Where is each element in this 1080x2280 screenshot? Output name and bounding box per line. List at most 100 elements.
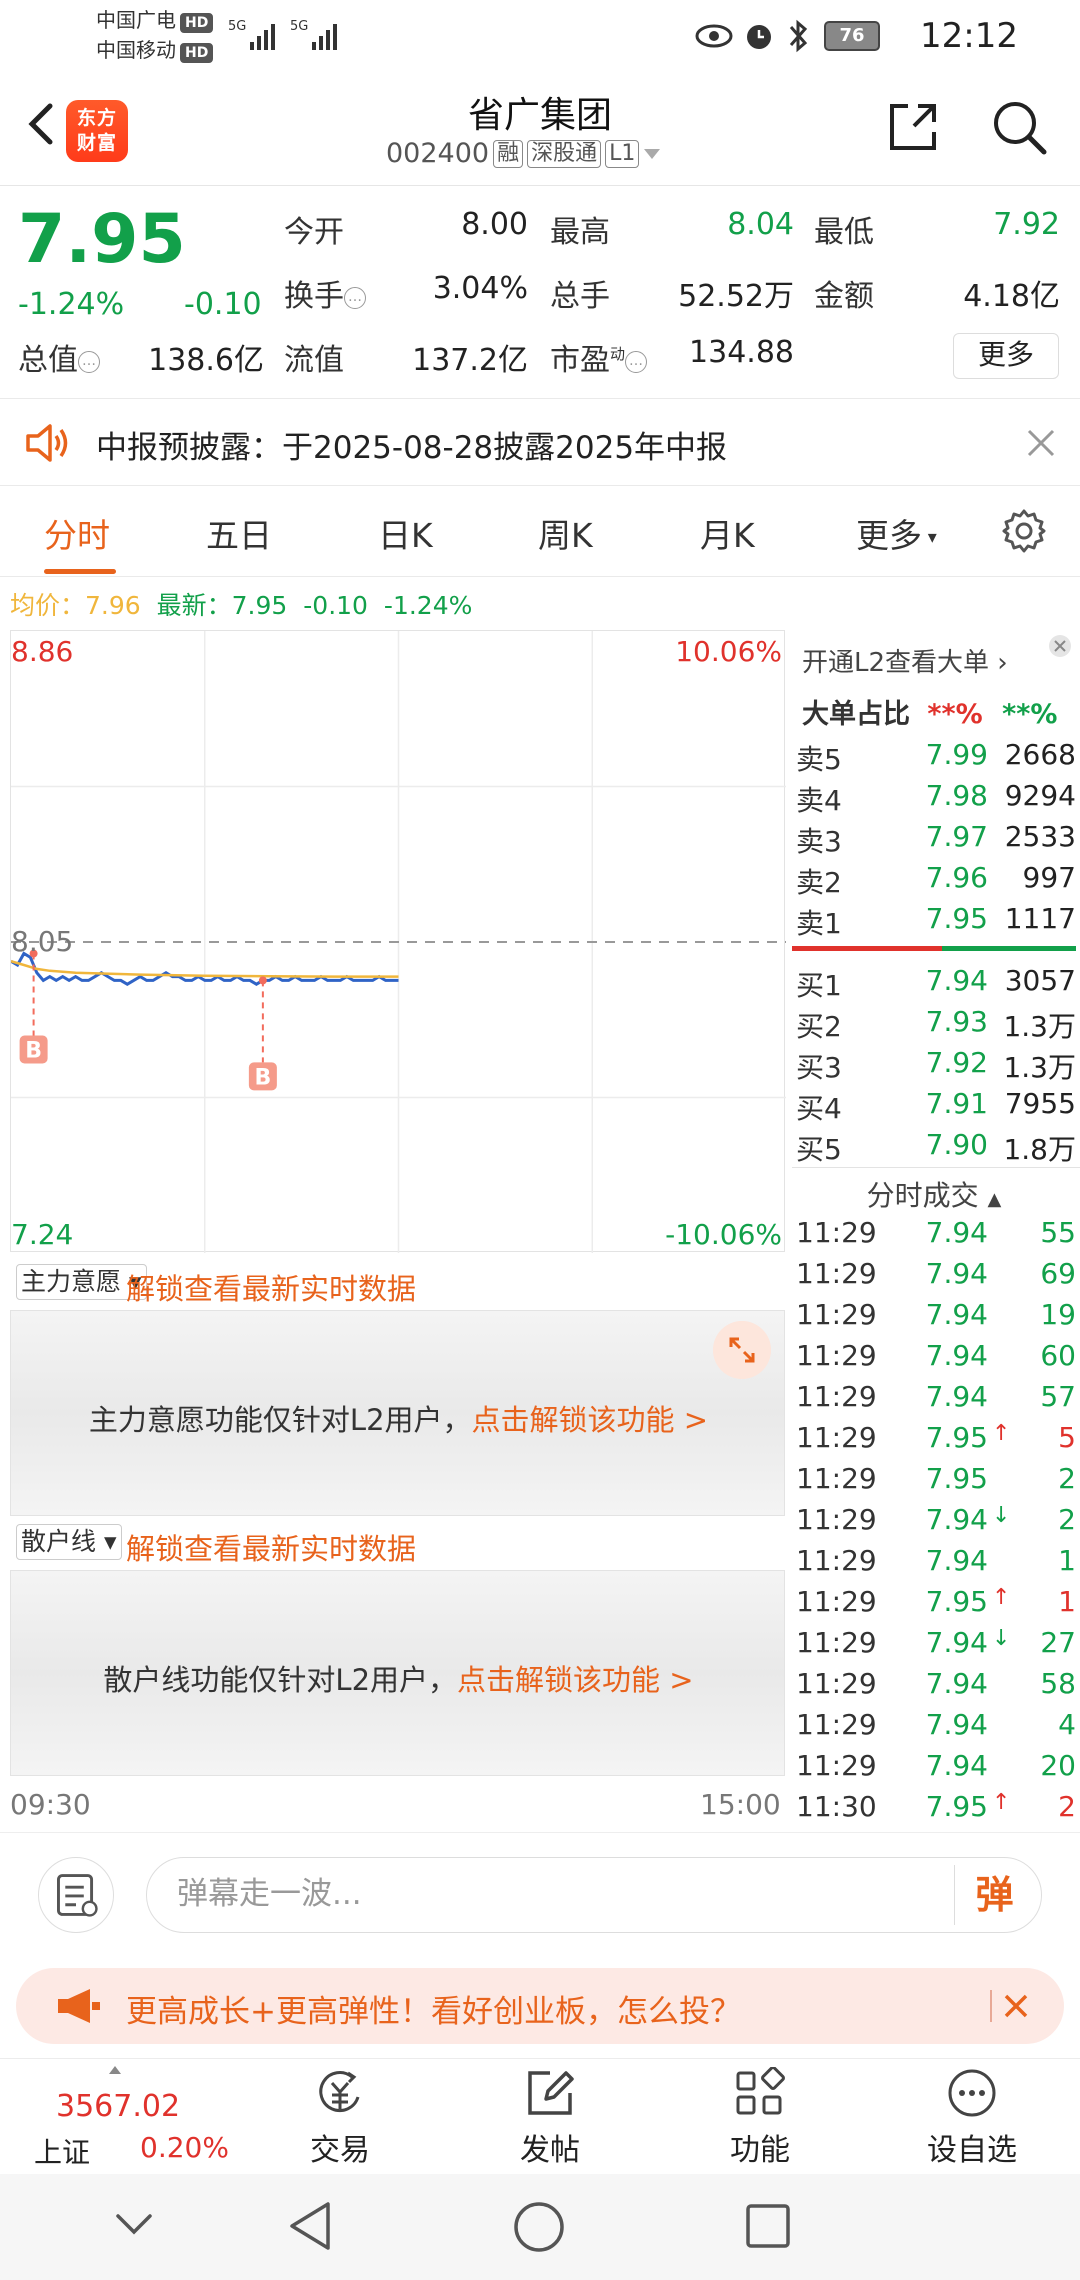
tab-five-day[interactable]: 五日	[206, 509, 272, 557]
y-min-label: 7.24	[11, 1218, 74, 1251]
promo-text: 更高成长+更高弹性！看好创业板，怎么投？	[126, 1994, 741, 2030]
retail-dropdown[interactable]: 散户线 ▾	[16, 1524, 122, 1560]
pe-label[interactable]: 市盈动…	[550, 335, 648, 379]
nav-post[interactable]: 发帖	[490, 2067, 610, 2175]
bid-row: 买5 7.90 1.8万	[792, 1128, 1080, 1168]
tick-row: 11:29 7.94 1	[792, 1544, 1080, 1584]
retail-panel[interactable]: 散户线功能仅针对L2用户，点击解锁该功能 >	[10, 1570, 785, 1776]
close-icon[interactable]	[1026, 428, 1056, 458]
nav-functions[interactable]: 功能	[700, 2067, 820, 2175]
ticks-header[interactable]: 分时成交 ▲	[788, 1174, 1080, 1214]
tick-price: 7.94	[925, 1626, 988, 1659]
gear-icon[interactable]	[1000, 507, 1048, 555]
clock: 12:12	[920, 16, 1018, 56]
share-icon[interactable]	[882, 96, 944, 158]
tick-price: 7.94	[925, 1544, 988, 1577]
amount-label: 金额	[814, 279, 874, 314]
tick-volume: 5	[1058, 1421, 1076, 1454]
info-icon[interactable]: …	[625, 350, 648, 373]
retail-header: 散户线 ▾ 解锁查看最新实时数据	[10, 1518, 785, 1568]
bluetooth-icon	[789, 19, 808, 53]
promo-banner[interactable]: 更高成长+更高弹性！看好创业板，怎么投？	[16, 1968, 1064, 2044]
index-name[interactable]: 上证	[34, 2131, 90, 2171]
bid-row: 买3 7.92 1.3万	[792, 1046, 1080, 1086]
megaphone-icon	[58, 1989, 100, 2023]
more-icon	[948, 2069, 996, 2117]
retail-unlock-link[interactable]: 解锁查看最新实时数据	[126, 1526, 416, 1568]
danmu-input[interactable]: 弹幕走一波...	[146, 1857, 1042, 1933]
dropdown-triangle-icon[interactable]	[643, 147, 661, 161]
status-bar: 中国广电 HD 中国移动 HD 5G 5G 76 12:12	[0, 0, 1080, 72]
ask-row: 卖3 7.97 2533	[792, 820, 1080, 860]
tick-price: 7.95	[925, 1421, 988, 1454]
turnover-label[interactable]: 换手…	[284, 271, 366, 315]
index-value[interactable]: 3567.02	[56, 2089, 180, 2124]
chart-tabs: 分时 五日 日K 周K 月K 更多 ▾	[0, 487, 1080, 577]
main-force-panel[interactable]: 主力意愿功能仅针对L2用户，点击解锁该功能 >	[10, 1310, 785, 1516]
l2-link[interactable]: 开通L2查看大单 ›	[802, 642, 1008, 679]
main-force-unlock-button[interactable]: 点击解锁该功能 >	[472, 1403, 709, 1437]
avg-value: 7.96	[85, 591, 141, 620]
tick-volume: 27	[1040, 1626, 1076, 1659]
expand-icon[interactable]	[713, 1321, 771, 1379]
notice-bar[interactable]: 中报预披露：于2025-08-28披露2025年中报	[0, 400, 1080, 486]
big-order-ratio: 大单占比 **% **%	[802, 699, 1058, 730]
svg-text:5G: 5G	[290, 19, 308, 34]
latest-pct: -1.24%	[383, 591, 473, 620]
nav-trade[interactable]: 交易	[280, 2067, 400, 2175]
intraday-chart-svg[interactable]: BB	[11, 631, 786, 1253]
ask-price: 7.95	[925, 902, 988, 935]
tick-price: 7.95	[925, 1585, 988, 1618]
danmu-send-button[interactable]: 弹	[954, 1865, 1034, 1925]
tick-row: 11:29 7.94 ↓ 27	[792, 1626, 1080, 1666]
time-axis-end: 15:00	[700, 1788, 781, 1821]
tab-daily-k[interactable]: 日K	[378, 509, 433, 557]
bid-price: 7.92	[925, 1046, 988, 1079]
recents-icon[interactable]	[744, 2202, 792, 2250]
info-icon[interactable]: …	[78, 350, 100, 373]
more-button[interactable]: 更多	[953, 333, 1059, 379]
main-force-unlock-link[interactable]: 解锁查看最新实时数据	[126, 1266, 416, 1308]
ask-price: 7.97	[925, 820, 988, 853]
intraday-chart[interactable]: BB 8.86 10.06% 7.24 -10.06% 8.05	[10, 630, 786, 1253]
search-icon[interactable]	[988, 96, 1050, 158]
tick-volume: 2	[1058, 1790, 1076, 1823]
tick-volume: 58	[1040, 1667, 1076, 1700]
time-axis-start: 09:30	[10, 1788, 91, 1821]
close-icon[interactable]	[1048, 634, 1072, 658]
eye-icon	[695, 24, 733, 48]
tab-monthly-k[interactable]: 月K	[700, 509, 755, 557]
close-icon[interactable]	[992, 1982, 1040, 2030]
signal-icon-2: 5G	[290, 19, 337, 50]
index-pct[interactable]: 0.20%	[140, 2131, 229, 2164]
turnover-value: 3.04%	[432, 271, 528, 306]
tab-intraday[interactable]: 分时	[44, 509, 110, 557]
bid-row: 买2 7.93 1.3万	[792, 1005, 1080, 1045]
ask-volume: 2533	[1004, 820, 1076, 853]
tab-more[interactable]: 更多 ▾	[856, 509, 937, 557]
tick-row: 11:29 7.94 58	[792, 1667, 1080, 1707]
nav-watchlist[interactable]: 设自选	[912, 2067, 1032, 2175]
level-tag[interactable]: L1	[605, 139, 640, 168]
collapse-icon[interactable]	[114, 2210, 154, 2238]
tick-volume: 69	[1040, 1257, 1076, 1290]
total-value-label[interactable]: 总值…	[18, 335, 100, 379]
retail-message: 散户线功能仅针对L2用户，点击解锁该功能 >	[103, 1663, 694, 1697]
tick-volume: 55	[1040, 1216, 1076, 1249]
tick-row: 11:29 7.94 55	[792, 1216, 1080, 1256]
tick-price: 7.94	[925, 1216, 988, 1249]
down-arrow-icon: ↓	[992, 1626, 1011, 1651]
tab-weekly-k[interactable]: 周K	[538, 509, 593, 557]
ask-row: 卖4 7.98 9294	[792, 779, 1080, 819]
tick-row: 11:30 7.95 ↑ 2	[792, 1790, 1080, 1830]
ask-price: 7.96	[925, 861, 988, 894]
retail-unlock-button[interactable]: 点击解锁该功能 >	[457, 1663, 694, 1697]
y-pct-min-label: -10.06%	[665, 1218, 782, 1251]
memo-icon[interactable]	[38, 1857, 114, 1933]
info-icon[interactable]: …	[344, 286, 366, 309]
avg-label: 均价：	[10, 591, 86, 620]
back-icon[interactable]	[286, 2200, 334, 2252]
tick-price: 7.95	[925, 1790, 988, 1823]
home-icon[interactable]	[512, 2200, 566, 2254]
quote-panel: 7.95 -1.24% -0.10 今开 8.00 最高 8.04 最低 7.9…	[0, 187, 1080, 399]
